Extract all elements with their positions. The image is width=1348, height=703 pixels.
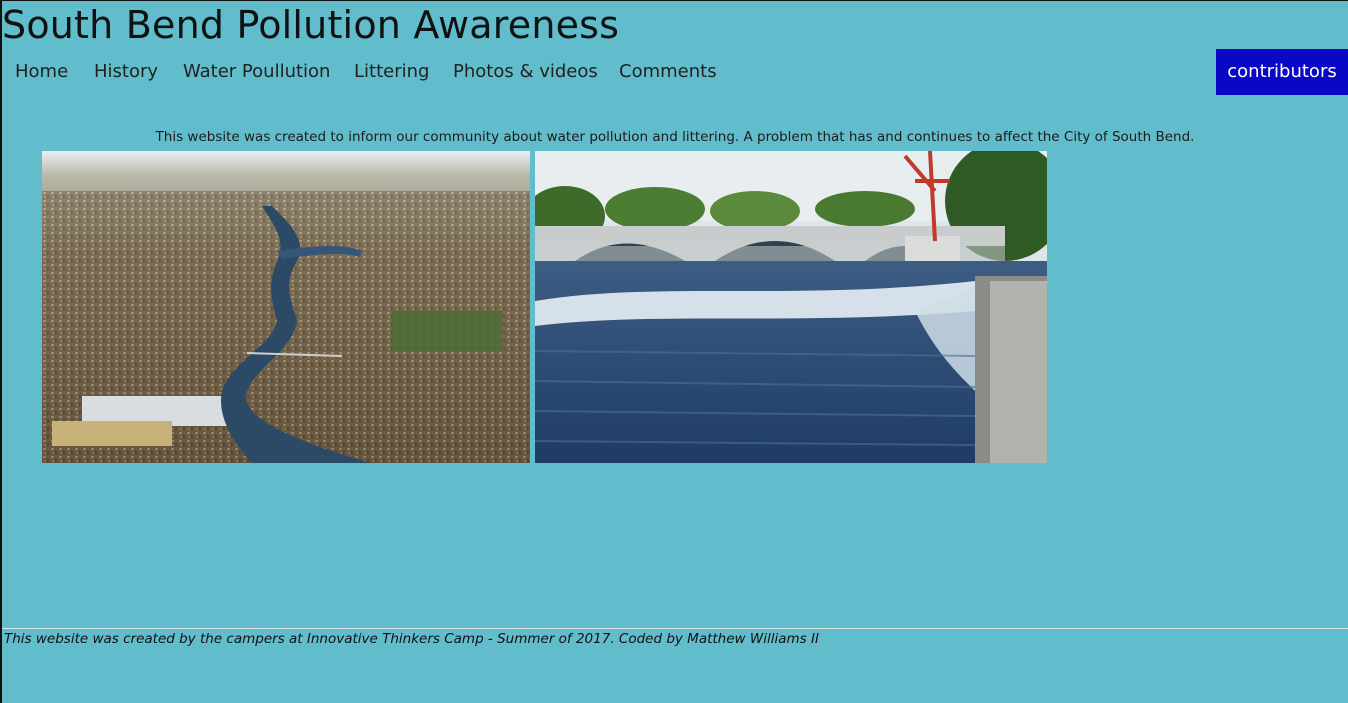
dam-bridge-photo [535,151,1047,463]
contributors-button[interactable]: contributors [1216,49,1348,95]
main-nav: Home History Water Poullution Littering … [2,49,1348,95]
nav-item-littering[interactable]: Littering [354,49,429,95]
nav-item-water-pollution[interactable]: Water Poullution [183,49,330,95]
nav-item-photos-videos[interactable]: Photos & videos [453,49,598,95]
nav-item-comments[interactable]: Comments [619,49,717,95]
footer-credit: This website was created by the campers … [4,631,819,647]
nav-item-home[interactable]: Home [15,49,68,95]
page-frame: South Bend Pollution Awareness Home Hist… [0,0,1348,703]
site-title: South Bend Pollution Awareness [2,3,620,47]
aerial-river-photo [42,151,530,463]
nav-item-history[interactable]: History [94,49,158,95]
footer-divider [2,628,1348,629]
intro-text: This website was created to inform our c… [155,129,1195,145]
